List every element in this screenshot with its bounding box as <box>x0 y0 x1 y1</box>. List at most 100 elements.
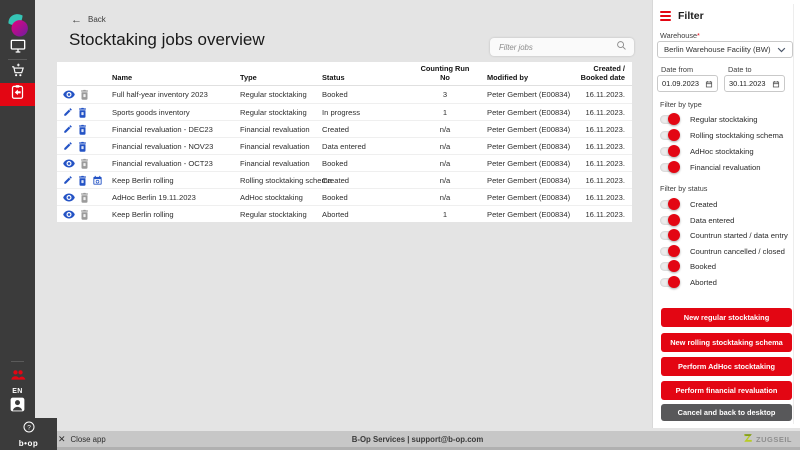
toggle-switch[interactable] <box>660 247 679 256</box>
cell-created-booked-date: 16.11.2023. <box>580 176 632 185</box>
calendar-icon[interactable] <box>772 80 780 88</box>
sidebar-item-stocktaking-active[interactable] <box>0 83 35 106</box>
cell-type: Regular stocktaking <box>240 108 322 117</box>
delete-icon[interactable] <box>78 141 87 152</box>
cell-modified-by: Peter Gembert (E00834) <box>470 142 580 151</box>
warehouse-selected-value: Berlin Warehouse Facility (BW) <box>664 45 771 54</box>
sidebar-item-desktop[interactable] <box>0 36 35 60</box>
delete-icon-disabled[interactable] <box>80 89 89 100</box>
view-icon[interactable] <box>63 159 75 168</box>
cell-type: Financial revaluation <box>240 159 322 168</box>
cell-name: Keep Berlin rolling <box>112 176 240 185</box>
filter-toggle-row: Countrun started / data entry <box>660 228 790 244</box>
new-rolling-stocktaking-schema-button[interactable]: New rolling stocktaking schema <box>661 333 792 352</box>
search-input[interactable] <box>497 42 616 53</box>
view-icon[interactable] <box>63 210 75 219</box>
cell-counting-run-no: 1 <box>420 108 470 117</box>
toggle-switch[interactable] <box>660 131 679 140</box>
sidebar-item-team[interactable] <box>0 369 35 385</box>
perform-adhoc-stocktaking-button[interactable]: Perform AdHoc stocktaking <box>661 357 792 376</box>
perform-financial-revaluation-button[interactable]: Perform financial revaluation <box>661 381 792 400</box>
cell-name: Financial revaluation - DEC23 <box>112 125 240 134</box>
toggle-label: Booked <box>690 262 716 271</box>
back-arrow-icon: ← <box>71 16 82 24</box>
edit-icon[interactable] <box>63 175 73 185</box>
filter-toggle-row: Countrun cancelled / closed <box>660 244 790 260</box>
cell-type: Financial revaluation <box>240 142 322 151</box>
table-row: Keep Berlin rollingRegular stocktakingAb… <box>57 205 632 222</box>
row-actions <box>57 192 112 203</box>
delete-icon[interactable] <box>78 175 87 186</box>
column-counting-run-no: Counting Run No <box>420 64 470 83</box>
cell-type: Rolling stocktaking schema <box>240 176 322 185</box>
column-modified-by: Modified by <box>470 73 580 82</box>
date-from-input[interactable]: 01.09.2023 <box>657 75 718 92</box>
sidebar-item-shop[interactable] <box>0 61 35 85</box>
filter-toggle-row: Data entered <box>660 213 790 229</box>
app-sidebar: EN <box>0 0 35 450</box>
view-icon[interactable] <box>63 193 75 202</box>
view-icon[interactable] <box>63 90 75 99</box>
toggle-switch[interactable] <box>660 115 679 124</box>
delete-icon[interactable] <box>78 124 87 135</box>
delete-icon-disabled[interactable] <box>80 158 89 169</box>
calendar-icon[interactable] <box>705 80 713 88</box>
toggle-label: Countrun started / data entry <box>690 231 788 240</box>
app-logo-icon <box>5 12 30 39</box>
warehouse-label: Warehouse* <box>660 31 700 40</box>
cell-modified-by: Peter Gembert (E00834) <box>470 108 580 117</box>
language-indicator[interactable]: EN <box>0 388 35 395</box>
new-regular-stocktaking-button[interactable]: New regular stocktaking <box>661 308 792 327</box>
toggle-switch[interactable] <box>660 231 679 240</box>
cell-name: Keep Berlin rolling <box>112 210 240 219</box>
edit-icon[interactable] <box>63 107 73 117</box>
cell-modified-by: Peter Gembert (E00834) <box>470 176 580 185</box>
delete-icon-disabled[interactable] <box>80 209 89 220</box>
row-actions <box>57 158 112 169</box>
date-to-value: 30.11.2023 <box>729 79 765 88</box>
toggle-switch[interactable] <box>660 262 679 271</box>
rolling-schema-icon[interactable] <box>92 175 103 186</box>
footer-bar: ✕ Close app B-Op Services | support@b-op… <box>35 431 800 450</box>
table-row: Sports goods inventoryRegular stocktakin… <box>57 103 632 120</box>
help-icon[interactable]: ? <box>23 420 35 438</box>
cell-status: Booked <box>322 159 420 168</box>
toggle-label: Countrun cancelled / closed <box>690 247 785 256</box>
cell-modified-by: Peter Gembert (E00834) <box>470 125 580 134</box>
table-row: Financial revaluation - NOV23Financial r… <box>57 137 632 154</box>
svg-text:?: ? <box>27 424 31 431</box>
search-icon[interactable] <box>616 38 627 56</box>
cell-type: Regular stocktaking <box>240 90 322 99</box>
edit-icon[interactable] <box>63 124 73 134</box>
cell-created-booked-date: 16.11.2023. <box>580 108 632 117</box>
warehouse-select[interactable]: Berlin Warehouse Facility (BW) <box>657 41 793 58</box>
filter-menu-icon[interactable] <box>660 11 671 21</box>
column-created-booked-date: Created / Booked date <box>580 64 632 83</box>
cancel-and-back-to-desktop-button[interactable]: Cancel and back to desktop <box>661 404 792 421</box>
back-button[interactable]: ← Back <box>71 15 106 24</box>
cell-created-booked-date: 16.11.2023. <box>580 193 632 202</box>
edit-icon[interactable] <box>63 141 73 151</box>
bop-logo-text: b•op <box>19 439 38 448</box>
required-mark: * <box>697 31 700 40</box>
toggle-switch[interactable] <box>660 216 679 225</box>
date-to-input[interactable]: 30.11.2023 <box>724 75 785 92</box>
sidebar-item-profile[interactable] <box>0 399 35 415</box>
cell-created-booked-date: 16.11.2023. <box>580 90 632 99</box>
toggle-label: Data entered <box>690 216 734 225</box>
jobs-table: Name Type Status Counting Run No Modifie… <box>57 62 632 222</box>
cell-status: Data entered <box>322 142 420 151</box>
toggle-switch[interactable] <box>660 200 679 209</box>
filter-panel-title: Filter <box>678 10 704 22</box>
filter-by-type-label: Filter by type <box>660 100 702 109</box>
filter-panel: Filter Warehouse* Berlin Warehouse Facil… <box>652 0 800 428</box>
date-from-label: Date from <box>661 65 693 74</box>
toggle-switch[interactable] <box>660 278 679 287</box>
cell-status: Booked <box>322 90 420 99</box>
delete-icon[interactable] <box>78 107 87 118</box>
toggle-label: Aborted <box>690 278 717 287</box>
toggle-switch[interactable] <box>660 147 679 156</box>
toggle-switch[interactable] <box>660 163 679 172</box>
delete-icon-disabled[interactable] <box>80 192 89 203</box>
cell-status: Aborted <box>322 210 420 219</box>
